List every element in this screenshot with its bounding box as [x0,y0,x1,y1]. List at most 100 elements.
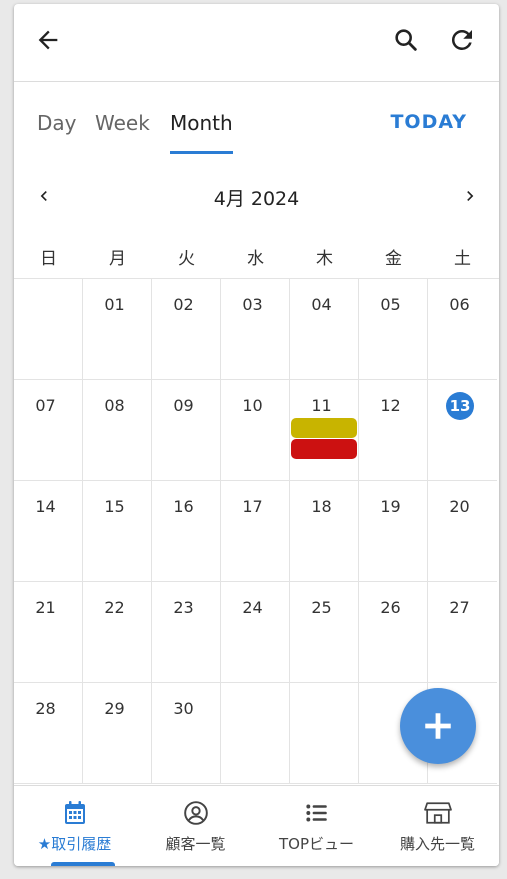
back-arrow-icon[interactable] [32,24,64,56]
day-number: 07 [35,396,56,415]
day-cell[interactable]: 27 [428,582,497,683]
day-number: 29 [104,699,125,718]
weekday-header: 日月火水木金土 [14,240,499,279]
month-title: 4月 2024 [213,188,300,210]
add-event-button[interactable] [400,688,476,764]
bottom-nav-item[interactable]: TOPビュー [256,786,377,866]
day-cell[interactable]: 18 [290,481,359,582]
day-number: 05 [380,295,401,314]
bottom-navigation: ★取引履歴 顧客一覧 TOPビュー 購入先一覧 [14,785,499,866]
search-icon[interactable] [390,24,422,56]
day-cell[interactable]: 15 [83,481,152,582]
bottom-nav-item[interactable]: 顧客一覧 [135,786,256,866]
day-number: 26 [380,598,401,617]
day-number: 08 [104,396,125,415]
day-cell[interactable] [290,683,359,784]
event-chip[interactable] [291,439,357,459]
day-number: 21 [35,598,56,617]
plus-icon [425,713,451,739]
day-number: 22 [104,598,125,617]
day-number: 19 [380,497,401,516]
day-cell[interactable]: 07 [14,380,83,481]
day-cell[interactable]: 11 [290,380,359,481]
day-cell[interactable]: 19 [359,481,428,582]
bottom-nav-label: ★取引履歴 [37,835,112,853]
weekday-label: 水 [247,249,264,269]
day-number: 24 [242,598,263,617]
weekday-label: 土 [454,249,471,269]
weekday-label: 木 [316,249,333,269]
top-app-bar [14,4,499,82]
day-number: 23 [173,598,194,617]
weekday-label: 月 [109,249,126,269]
day-number: 25 [311,598,332,617]
day-number: 10 [242,396,263,415]
bottom-nav-label: 顧客一覧 [165,835,226,853]
bottom-nav-label: TOPビュー [278,835,354,853]
tab-month[interactable]: Month [170,111,233,135]
day-cell[interactable]: 06 [428,279,497,380]
weekday-label: 日 [40,249,57,269]
day-cell[interactable]: 13 [428,380,497,481]
day-cell[interactable]: 09 [152,380,221,481]
active-nav-indicator [51,862,115,866]
list-icon [256,800,377,828]
day-number: 16 [173,497,194,516]
day-number: 12 [380,396,401,415]
day-cell[interactable]: 16 [152,481,221,582]
day-cell[interactable]: 21 [14,582,83,683]
day-number: 17 [242,497,263,516]
day-cell[interactable]: 30 [152,683,221,784]
day-number: 30 [173,699,194,718]
day-number: 01 [104,295,125,314]
event-chip[interactable] [291,418,357,438]
day-cell[interactable]: 02 [152,279,221,380]
day-number: 15 [104,497,125,516]
day-cell[interactable] [14,279,83,380]
refresh-icon[interactable] [446,24,478,56]
day-number: 18 [311,497,332,516]
tab-week[interactable]: Week [95,111,150,135]
day-number: 02 [173,295,194,314]
day-cell[interactable]: 10 [221,380,290,481]
today-date-badge: 13 [446,392,474,420]
day-cell[interactable]: 29 [83,683,152,784]
day-number: 04 [311,295,332,314]
store-icon [377,800,498,828]
day-cell[interactable]: 14 [14,481,83,582]
bottom-nav-item[interactable]: 購入先一覧 [377,786,498,866]
day-cell[interactable]: 25 [290,582,359,683]
day-cell[interactable]: 01 [83,279,152,380]
user-circle-icon [135,800,256,828]
day-number: 06 [449,295,470,314]
active-tab-indicator [170,151,233,154]
day-cell[interactable]: 28 [14,683,83,784]
calendar-icon [14,800,135,828]
day-cell[interactable] [221,683,290,784]
day-cell[interactable]: 17 [221,481,290,582]
view-switcher: Day Week Month TODAY [14,99,499,159]
day-cell[interactable]: 08 [83,380,152,481]
day-cell[interactable]: 20 [428,481,497,582]
day-number: 03 [242,295,263,314]
day-cell[interactable]: 24 [221,582,290,683]
weekday-label: 火 [178,249,195,269]
day-cell[interactable]: 04 [290,279,359,380]
weekday-label: 金 [385,249,402,269]
day-number: 28 [35,699,56,718]
day-number: 27 [449,598,470,617]
day-cell[interactable]: 05 [359,279,428,380]
month-navigation: 4月 2024 [14,176,499,216]
day-cell[interactable]: 03 [221,279,290,380]
day-cell[interactable]: 26 [359,582,428,683]
day-number: 14 [35,497,56,516]
day-cell[interactable]: 23 [152,582,221,683]
bottom-nav-item[interactable]: ★取引履歴 [14,786,135,866]
day-cell[interactable]: 12 [359,380,428,481]
day-cell[interactable]: 22 [83,582,152,683]
day-number: 11 [311,396,332,415]
bottom-nav-label: 購入先一覧 [399,835,475,853]
tab-day[interactable]: Day [37,111,77,135]
chevron-right-icon[interactable] [456,182,484,210]
today-button[interactable]: TODAY [390,111,467,133]
